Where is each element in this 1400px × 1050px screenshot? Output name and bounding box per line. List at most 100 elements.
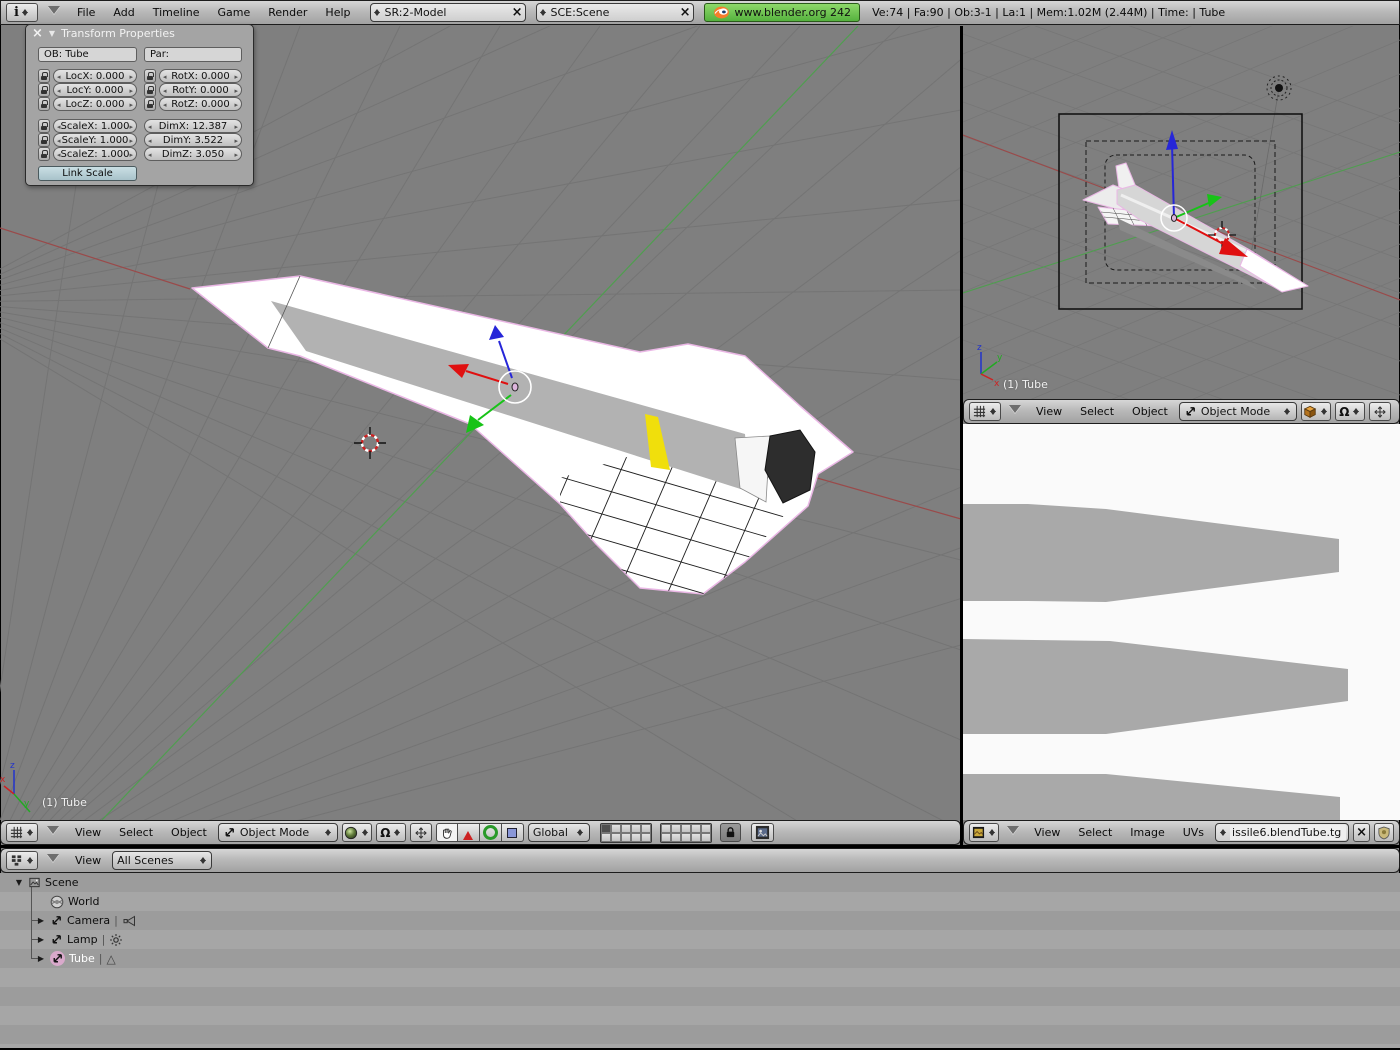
manipulator-scale-button[interactable] — [502, 823, 524, 842]
rotz-field[interactable]: ◂RotZ: 0.000▸ — [159, 97, 242, 111]
dimz-field[interactable]: ◂DimZ: 3.050▸ — [144, 147, 242, 161]
window-type-button[interactable] — [6, 823, 38, 842]
lock-icon[interactable] — [38, 97, 50, 111]
window-type-button[interactable] — [969, 823, 999, 842]
stepper-icon[interactable] — [25, 854, 34, 867]
collapse-menus-icon[interactable] — [47, 826, 59, 840]
close-icon[interactable]: × — [680, 6, 691, 19]
gizmo-y-arrowhead[interactable] — [1207, 194, 1222, 207]
collapse-menus-icon[interactable] — [47, 854, 59, 868]
locz-field[interactable]: ◂LocZ: 0.000▸ — [53, 97, 137, 111]
manipulator-rotate-button[interactable] — [480, 823, 502, 842]
unlink-image-button[interactable]: × — [1353, 823, 1370, 842]
image-name-value[interactable]: issile6.blendTube.tg — [1230, 825, 1346, 840]
locx-field[interactable]: ◂LocX: 0.000▸ — [53, 69, 137, 83]
mesh-icon[interactable]: △ — [107, 952, 116, 966]
menu-select[interactable]: Select — [1073, 403, 1121, 420]
scene-selector-value[interactable]: SCE:Scene — [551, 6, 677, 19]
window-type-button[interactable]: i — [6, 3, 38, 22]
vertical-splitter[interactable] — [960, 26, 963, 845]
stepper-icon[interactable] — [373, 6, 382, 19]
tree-row-world[interactable]: World — [50, 892, 100, 911]
stepper-icon[interactable] — [1351, 405, 1360, 418]
lock-icon[interactable] — [144, 97, 156, 111]
menu-view[interactable]: View — [1029, 403, 1069, 420]
menu-render[interactable]: Render — [261, 4, 314, 21]
rotx-field[interactable]: ◂RotX: 0.000▸ — [159, 69, 242, 83]
lamp-icon[interactable] — [109, 933, 123, 947]
stepper-icon[interactable] — [1283, 405, 1292, 418]
manipulator-translate-button[interactable] — [458, 823, 480, 842]
stepper-icon[interactable] — [576, 826, 585, 839]
lamp-object[interactable] — [1251, 76, 1291, 254]
tree-row-scene[interactable]: ▼ Scene — [14, 873, 79, 892]
lock-icon[interactable] — [144, 83, 156, 97]
lock-icon[interactable] — [38, 147, 50, 161]
viewport-camera[interactable]: z y x (1) Tube — [963, 26, 1400, 399]
stepper-icon[interactable] — [324, 826, 333, 839]
scenes-dropdown[interactable]: All Scenes — [112, 851, 212, 870]
tree-row-camera[interactable]: ▶ Camera | — [36, 911, 136, 930]
tree-item-label[interactable]: Scene — [45, 876, 79, 889]
menu-object[interactable]: Object — [1125, 403, 1175, 420]
locy-field[interactable]: ◂LocY: 0.000▸ — [53, 83, 137, 97]
manipulator-hand-button[interactable] — [436, 823, 458, 842]
draw-type-button[interactable] — [1301, 402, 1331, 421]
image-name-field[interactable]: issile6.blendTube.tg — [1215, 823, 1349, 842]
blender-org-link-label[interactable]: www.blender.org 242 — [735, 6, 852, 19]
stepper-icon[interactable] — [392, 826, 401, 839]
layer-1-active[interactable] — [601, 824, 611, 833]
roty-field[interactable]: ◂RotY: 0.000▸ — [159, 83, 242, 97]
menu-help[interactable]: Help — [318, 4, 357, 21]
tree-row-tube[interactable]: ▶ Tube | △ — [36, 949, 116, 968]
orientation-value[interactable]: Global — [533, 826, 572, 839]
draw-type-button[interactable] — [342, 823, 372, 842]
collapse-menus-icon[interactable] — [1007, 826, 1019, 840]
menu-image[interactable]: Image — [1123, 824, 1171, 841]
pack-image-button[interactable] — [1374, 823, 1394, 842]
mode-dropdown[interactable]: Object Mode — [1179, 402, 1297, 421]
lock-icon[interactable] — [144, 69, 156, 83]
mode-value[interactable]: Object Mode — [1201, 405, 1279, 418]
blender-org-link[interactable]: www.blender.org 242 — [704, 3, 861, 22]
window-type-button[interactable] — [6, 851, 38, 870]
stepper-icon[interactable] — [1218, 826, 1227, 839]
layer-buttons-group2[interactable] — [660, 823, 712, 843]
expand-icon[interactable]: ▶ — [36, 954, 46, 963]
close-icon[interactable]: × — [512, 6, 523, 19]
manipulator-widget-button[interactable] — [1369, 402, 1391, 421]
gizmo-z-arrowhead[interactable] — [1166, 130, 1178, 150]
stepper-icon[interactable] — [1319, 405, 1328, 418]
stepper-icon[interactable] — [988, 405, 997, 418]
outliner-tree[interactable]: ▼ Scene World ▶ Camera | ▶ — [0, 873, 1400, 1048]
collapse-icon[interactable]: ▼ — [49, 29, 55, 38]
stepper-icon[interactable] — [21, 6, 30, 19]
menu-select[interactable]: Select — [1071, 824, 1119, 841]
tree-item-label[interactable]: Tube — [69, 952, 95, 965]
link-scale-button[interactable]: Link Scale — [38, 166, 137, 181]
collapse-menus-icon[interactable] — [1009, 405, 1021, 419]
pivot-dropdown[interactable]: Ω — [1335, 402, 1365, 421]
tree-item-label[interactable]: Lamp — [67, 933, 98, 946]
screen-selector-value[interactable]: SR:2-Model — [385, 6, 509, 19]
render-preview-button[interactable] — [751, 823, 774, 842]
layer-buttons-group1[interactable] — [600, 823, 652, 843]
collapse-menus-icon[interactable] — [48, 6, 60, 20]
stepper-icon[interactable] — [198, 854, 207, 867]
lock-icon[interactable] — [38, 133, 50, 147]
menu-select[interactable]: Select — [112, 824, 160, 841]
tree-item-label[interactable]: Camera — [67, 914, 110, 927]
menu-file[interactable]: File — [70, 4, 102, 21]
scenes-value[interactable]: All Scenes — [117, 854, 194, 867]
menu-game[interactable]: Game — [211, 4, 258, 21]
menu-uvs[interactable]: UVs — [1176, 824, 1211, 841]
parent-field[interactable]: Par: — [144, 47, 242, 62]
menu-view[interactable]: View — [1027, 824, 1067, 841]
menu-add[interactable]: Add — [106, 4, 141, 21]
stepper-icon[interactable] — [360, 826, 369, 839]
stepper-icon[interactable] — [539, 6, 548, 19]
pivot-dropdown[interactable]: Ω — [376, 823, 406, 842]
uv-image-editor[interactable] — [963, 424, 1400, 820]
transform-properties-panel[interactable]: × ▼ Transform Properties OB: Tube Par: ◂… — [25, 24, 254, 186]
expand-icon[interactable]: ▶ — [36, 916, 46, 925]
